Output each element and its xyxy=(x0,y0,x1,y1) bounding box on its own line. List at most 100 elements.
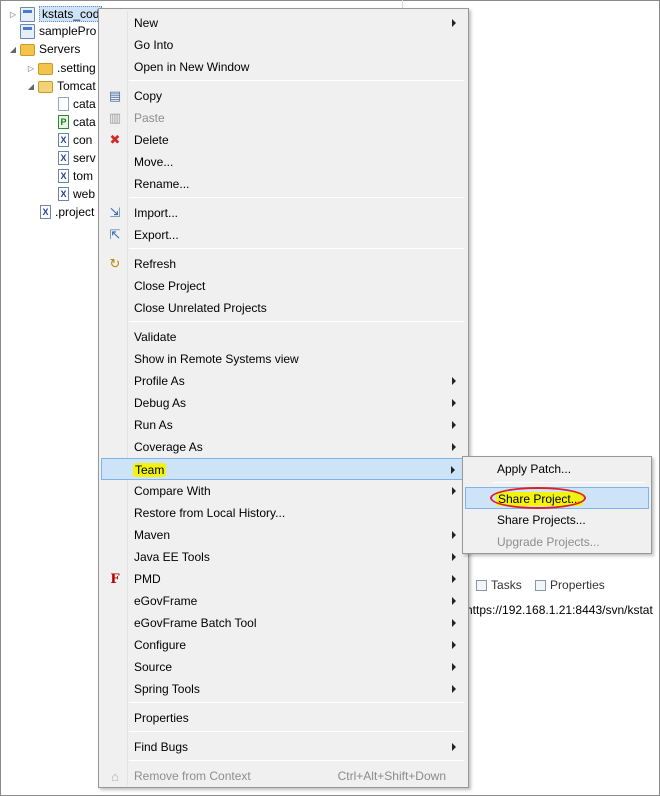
menu-item-label: Go Into xyxy=(134,38,173,52)
label-text: Open in New Window xyxy=(134,60,250,74)
menu-item-share-project[interactable]: Share Project... xyxy=(465,487,649,509)
menu-item-find-bugs[interactable]: Find Bugs xyxy=(101,736,466,758)
label-text: Import... xyxy=(134,206,179,220)
xml-file-icon: X xyxy=(40,205,51,219)
remove-context-icon: ⌂ xyxy=(111,768,119,784)
menu-item-open-in-new-window[interactable]: Open in New Window xyxy=(101,56,466,78)
tree-item[interactable]: samplePro xyxy=(8,22,96,40)
tree-item[interactable]: Pcata xyxy=(46,113,96,131)
menu-item-maven[interactable]: Maven xyxy=(101,524,466,546)
menu-item-label: Delete xyxy=(134,133,169,147)
menu-item-remove-from-context: ⌂ Remove from Context Ctrl+Alt+Shift+Down xyxy=(101,765,466,787)
menu-separator xyxy=(129,248,464,249)
tree-item[interactable]: X .project xyxy=(28,203,94,221)
menu-item-label: Rename... xyxy=(134,177,189,191)
menu-item-close-unrelated-projects[interactable]: Close Unrelated Projects xyxy=(101,297,466,319)
menu-item-properties[interactable]: Properties xyxy=(101,707,466,729)
label-text: Validate xyxy=(134,330,177,344)
xml-file-icon: X xyxy=(58,133,69,147)
label-text: Remove from Context xyxy=(134,769,251,783)
tree-item[interactable]: Xweb xyxy=(46,185,95,203)
menu-item-pmd[interactable]: F PMD xyxy=(101,568,466,590)
menu-item-delete[interactable]: ✖ Delete xyxy=(101,129,466,151)
tree-item[interactable]: ▷ .setting xyxy=(26,59,96,77)
menu-item-team[interactable]: Team xyxy=(101,458,466,480)
expand-toggle-icon[interactable]: ◢ xyxy=(26,82,36,91)
menu-item-refresh[interactable]: ↻ Refresh xyxy=(101,253,466,275)
menu-separator xyxy=(129,197,464,198)
label-text: PMD xyxy=(134,572,161,586)
menu-item-apply-patch[interactable]: Apply Patch... xyxy=(465,458,649,480)
submenu-arrow-icon xyxy=(452,597,456,605)
label-text: Profile As xyxy=(134,374,185,388)
properties-icon xyxy=(535,579,547,591)
menu-item-copy[interactable]: ▤ Copy xyxy=(101,85,466,107)
menu-item-debug-as[interactable]: Debug As xyxy=(101,392,466,414)
menu-item-export[interactable]: ⇱ Export... xyxy=(101,224,466,246)
tasks-icon xyxy=(476,579,488,591)
label-text: Upgrade Projects... xyxy=(497,535,600,549)
project-icon xyxy=(20,23,35,39)
menu-item-import[interactable]: ⇲ Import... xyxy=(101,202,466,224)
tree-item[interactable]: ◢ Servers xyxy=(8,40,80,58)
label-text: eGovFrame Batch Tool xyxy=(134,616,257,630)
menu-item-label: Validate xyxy=(134,330,176,344)
label-text: New xyxy=(134,16,159,30)
menu-item-rename[interactable]: Rename... xyxy=(101,173,466,195)
menu-item-source[interactable]: Source xyxy=(101,656,466,678)
tree-item[interactable]: Xtom xyxy=(46,167,93,185)
menu-item-label: Show in Remote Systems view xyxy=(134,352,299,366)
tree-item[interactable]: Xcon xyxy=(46,131,92,149)
label-text: Properties xyxy=(134,711,189,725)
menu-item-compare-with[interactable]: Compare With xyxy=(101,480,466,502)
expand-toggle-icon[interactable]: ▷ xyxy=(8,10,18,19)
label-text: Close Unrelated Projects xyxy=(134,301,267,315)
menu-item-profile-as[interactable]: Profile As xyxy=(101,370,466,392)
tree-item[interactable]: ▷ kstats_cod xyxy=(8,5,103,23)
menu-item-label: Close Project xyxy=(134,279,205,293)
label-text: Configure xyxy=(134,638,187,652)
menu-item-show-in-remote-systems-view[interactable]: Show in Remote Systems view xyxy=(101,348,466,370)
menu-item-new[interactable]: New xyxy=(101,12,466,34)
tab-properties[interactable]: Properties xyxy=(535,578,605,592)
menu-item-egovframe[interactable]: eGovFrame xyxy=(101,590,466,612)
menu-item-restore-from-local-history[interactable]: Restore from Local History... xyxy=(101,502,466,524)
tree-item-label: tom xyxy=(73,169,94,183)
shortcut-label: Ctrl+Alt+Shift+Down xyxy=(337,769,446,783)
label-text: Run As xyxy=(134,418,173,432)
menu-item-validate[interactable]: Validate xyxy=(101,326,466,348)
tree-item[interactable]: ◢ Tomcat xyxy=(26,77,96,95)
menu-item-go-into[interactable]: Go Into xyxy=(101,34,466,56)
submenu-arrow-icon xyxy=(452,421,456,429)
copy-icon: ▤ xyxy=(108,88,122,103)
tree-item-label: samplePro xyxy=(39,24,97,38)
menu-item-label: Find Bugs xyxy=(134,740,188,754)
file-icon xyxy=(58,97,69,111)
menu-item-share-projects[interactable]: Share Projects... xyxy=(465,509,649,531)
label-text: Paste xyxy=(134,111,165,125)
expand-toggle-icon[interactable]: ◢ xyxy=(8,45,18,54)
menu-item-label: Spring Tools xyxy=(134,682,200,696)
menu-item-egovframe-batch-tool[interactable]: eGovFrame Batch Tool xyxy=(101,612,466,634)
menu-item-label: Share Projects... xyxy=(497,513,586,527)
menu-item-coverage-as[interactable]: Coverage As xyxy=(101,436,466,458)
menu-item-label: Restore from Local History... xyxy=(134,506,285,520)
label-text: Show in Remote Systems view xyxy=(134,352,299,366)
submenu-arrow-icon xyxy=(452,743,456,751)
menu-item-configure[interactable]: Configure xyxy=(101,634,466,656)
tree-item[interactable]: cata xyxy=(46,95,96,113)
menu-item-java-ee-tools[interactable]: Java EE Tools xyxy=(101,546,466,568)
menu-item-close-project[interactable]: Close Project xyxy=(101,275,466,297)
menu-item-move[interactable]: Move... xyxy=(101,151,466,173)
submenu-arrow-icon xyxy=(452,663,456,671)
export-icon: ⇱ xyxy=(109,227,121,242)
menu-item-label: Open in New Window xyxy=(134,60,249,74)
tab-tasks[interactable]: Tasks xyxy=(476,578,522,592)
tree-item[interactable]: Xserv xyxy=(46,149,96,167)
menu-item-run-as[interactable]: Run As xyxy=(101,414,466,436)
expand-toggle-icon[interactable]: ▷ xyxy=(26,64,36,73)
menu-item-label: Import... xyxy=(134,206,178,220)
label-text: eGovFrame xyxy=(134,594,198,608)
xml-file-icon: X xyxy=(58,151,69,165)
menu-item-spring-tools[interactable]: Spring Tools xyxy=(101,678,466,700)
